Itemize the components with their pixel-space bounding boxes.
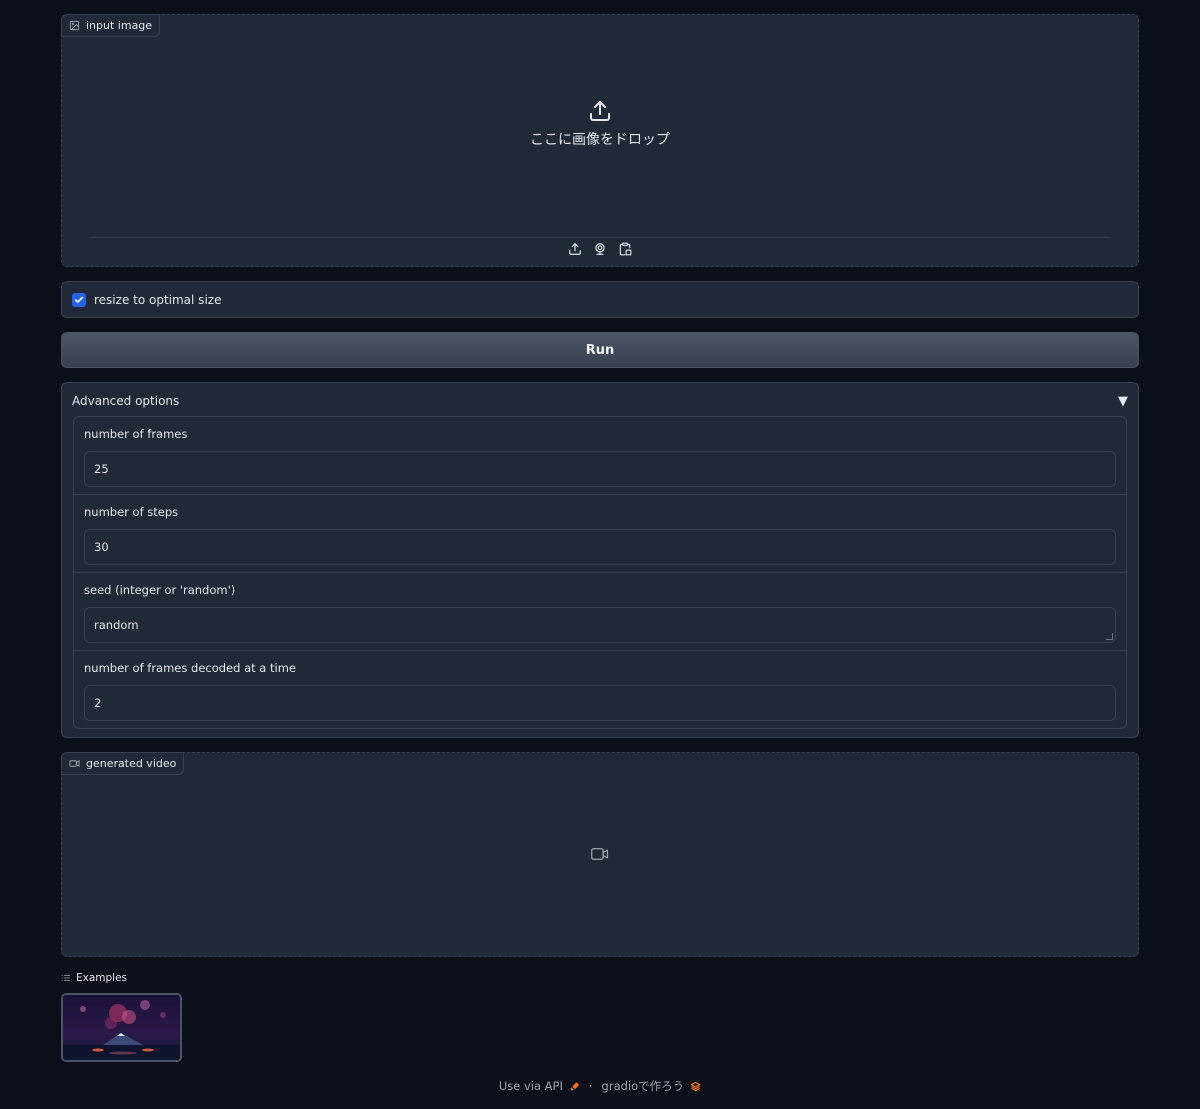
built-with-gradio-link[interactable]: gradioで作ろう	[602, 1078, 702, 1094]
generated-video-label: generated video	[61, 752, 185, 775]
clipboard-source-button[interactable]	[618, 242, 632, 256]
steps-label: number of steps	[84, 505, 179, 519]
upload-icon	[569, 243, 581, 255]
list-icon	[61, 975, 71, 981]
footer-separator: ·	[588, 1079, 593, 1093]
advanced-options-title: Advanced options	[72, 394, 180, 408]
webcam-source-button[interactable]	[593, 242, 607, 256]
decode-chunk-input[interactable]: 2	[84, 685, 1116, 721]
textarea-resize-handle[interactable]	[1106, 633, 1113, 640]
gradio-logo-icon	[690, 1081, 701, 1091]
footer: Use via API · gradioで作ろう	[0, 1078, 1200, 1094]
steps-field: number of steps 30	[74, 495, 1126, 573]
upload-source-button[interactable]	[568, 242, 582, 256]
example-thumbnail[interactable]	[61, 993, 182, 1062]
resize-checkbox-label: resize to optimal size	[94, 292, 222, 307]
input-image-panel[interactable]: input image ここに画像をドロップ	[61, 14, 1139, 267]
gradio-app: input image ここに画像をドロップ resize to optimal…	[0, 0, 1200, 1109]
built-with-gradio-text: gradioで作ろう	[601, 1079, 685, 1093]
run-button[interactable]: Run	[61, 332, 1139, 368]
generated-video-label-text: generated video	[86, 757, 177, 770]
video-placeholder-icon	[591, 848, 609, 860]
rocket-icon	[571, 1081, 579, 1091]
resize-checkbox[interactable]	[72, 292, 86, 307]
seed-value: random	[94, 618, 139, 632]
advanced-options-body: number of frames 25 number of steps 30 s…	[73, 416, 1127, 729]
drop-text: ここに画像をドロップ	[530, 132, 670, 148]
decode-chunk-field: number of frames decoded at a time 2	[74, 651, 1126, 728]
frames-label: number of frames	[84, 427, 188, 441]
advanced-options-accordion: Advanced options ▼ number of frames 25 n…	[61, 382, 1139, 738]
decode-chunk-label: number of frames decoded at a time	[84, 661, 296, 675]
input-image-label-text: input image	[86, 19, 153, 32]
checkmark-icon	[74, 296, 84, 303]
video-icon	[69, 759, 80, 768]
clipboard-icon	[619, 242, 632, 256]
steps-input[interactable]: 30	[84, 529, 1116, 565]
examples-label: Examples	[76, 972, 128, 984]
image-source-toolbar	[89, 237, 1111, 256]
example-fireworks-image	[63, 995, 180, 1060]
collapse-arrow-icon[interactable]: ▼	[1118, 394, 1128, 409]
image-icon	[69, 20, 80, 31]
video-placeholder	[62, 847, 1138, 861]
seed-textarea[interactable]: random	[84, 607, 1116, 643]
upload-icon	[590, 101, 610, 121]
seed-label: seed (integer or 'random')	[84, 583, 236, 597]
webcam-icon	[595, 243, 605, 255]
use-via-api-link[interactable]: Use via API	[499, 1079, 580, 1093]
generated-video-panel: generated video	[61, 752, 1139, 957]
image-drop-zone[interactable]: ここに画像をドロップ	[62, 99, 1138, 149]
use-via-api-text: Use via API	[498, 1079, 563, 1093]
input-image-label: input image	[61, 14, 161, 37]
seed-field: seed (integer or 'random') random	[74, 573, 1126, 651]
examples-header: Examples	[61, 972, 127, 984]
advanced-options-header[interactable]: Advanced options ▼	[72, 393, 1128, 409]
resize-checkbox-row[interactable]: resize to optimal size	[61, 281, 1139, 318]
frames-input[interactable]: 25	[84, 451, 1116, 487]
frames-field: number of frames 25	[74, 417, 1126, 495]
